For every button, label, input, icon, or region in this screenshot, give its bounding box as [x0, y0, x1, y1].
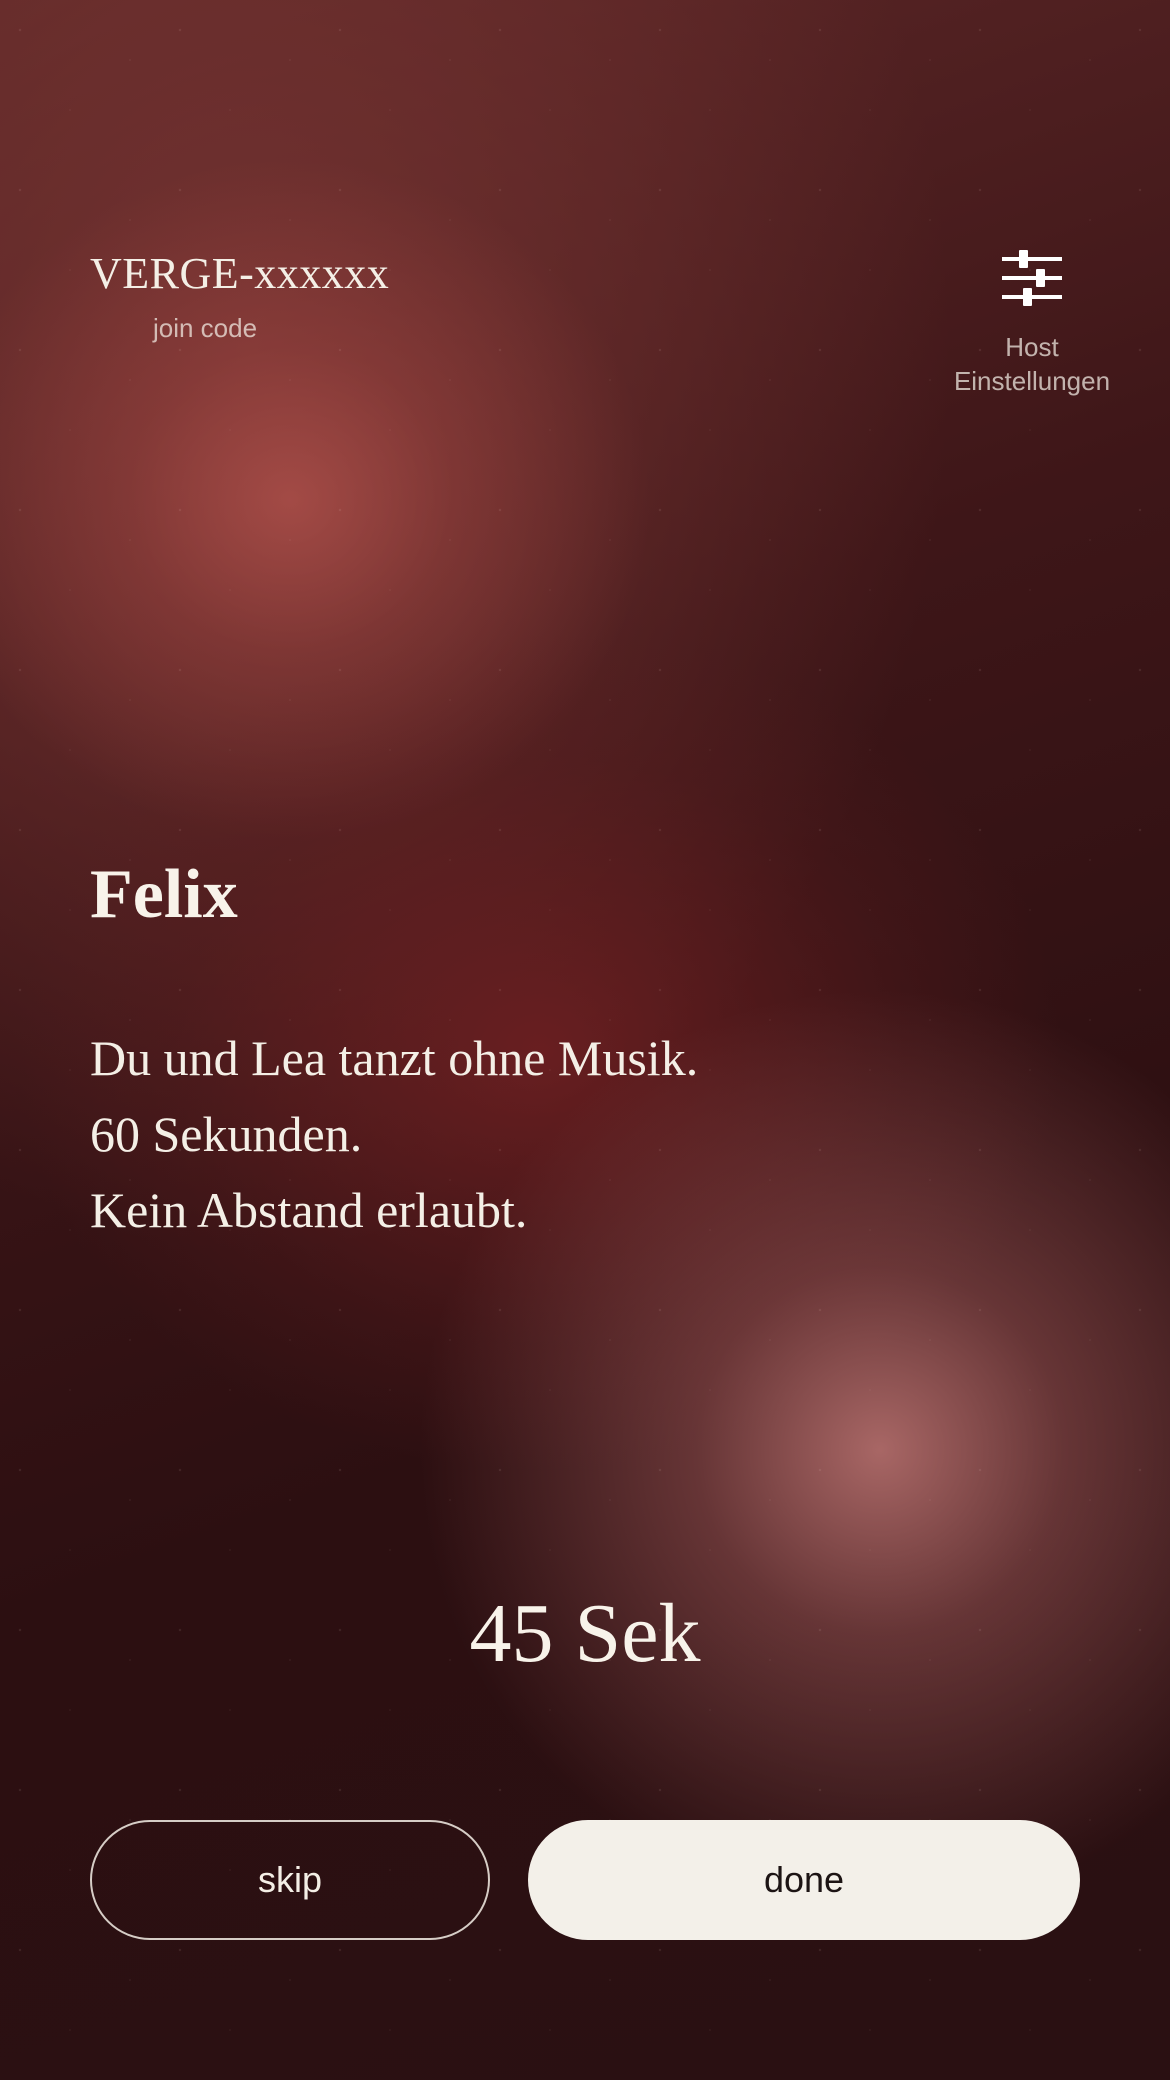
prompt-line: Du und Lea tanzt ohne Musik. [90, 1030, 699, 1086]
countdown-timer: 45 Sek [469, 1587, 701, 1680]
host-settings-label-line1: Host [1005, 332, 1059, 362]
join-code-block: VERGE-xxxxxx join code [90, 248, 390, 344]
prompt-line: 60 Sekunden. [90, 1106, 363, 1162]
join-code: VERGE-xxxxxx [90, 249, 390, 298]
prompt-line: Kein Abstand erlaubt. [90, 1182, 528, 1238]
host-settings-label: Host Einstellungen [942, 330, 1122, 398]
done-button[interactable]: done [528, 1820, 1080, 1940]
skip-button[interactable]: skip [90, 1820, 490, 1940]
player-name: Felix [90, 856, 238, 933]
task-prompt: Du und Lea tanzt ohne Musik. 60 Sekunden… [90, 1020, 1090, 1248]
sliders-icon [1002, 250, 1062, 306]
host-settings-button[interactable]: Host Einstellungen [942, 250, 1122, 398]
join-code-label: join code [152, 313, 258, 343]
host-settings-label-line2: Einstellungen [953, 366, 1111, 396]
